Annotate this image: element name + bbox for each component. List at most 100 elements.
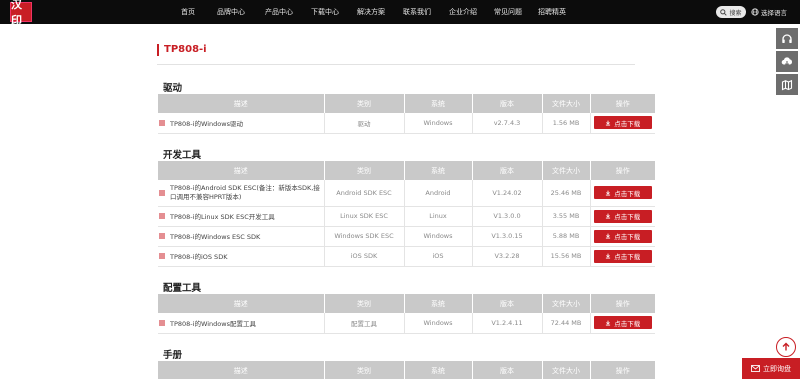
nav-item-brand[interactable]: 品牌中心 bbox=[206, 0, 256, 24]
download-button[interactable]: 点击下载 bbox=[593, 229, 652, 243]
section-heading-devtools: 开发工具 bbox=[163, 150, 202, 161]
top-nav-bar: 汉印 首页 品牌中心 产品中心 下载中心 解决方案 联系我们 企业介绍 常见问题… bbox=[0, 0, 800, 27]
row-action: 点击下载 bbox=[590, 180, 655, 207]
table-row: TP808-i的Android SDK ESC(备注：新版本SDK,接口调用不兼… bbox=[158, 180, 655, 207]
side-tool-service[interactable] bbox=[776, 28, 798, 49]
row-size: 3.55 MB bbox=[542, 206, 591, 227]
col-header-desc: 描述 bbox=[158, 361, 325, 379]
col-header-system: 系统 bbox=[404, 361, 473, 379]
col-header-size: 文件大小 bbox=[542, 361, 591, 379]
row-category: 配置工具 bbox=[324, 313, 405, 334]
col-header-desc: 描述 bbox=[158, 94, 325, 113]
row-version: v2.7.4.3 bbox=[472, 113, 543, 134]
download-button[interactable]: 点击下载 bbox=[593, 186, 652, 200]
row-category: Android SDK ESC bbox=[324, 180, 405, 207]
col-header-size: 文件大小 bbox=[542, 94, 591, 113]
list-bullet-icon bbox=[159, 253, 165, 259]
arrow-up-icon bbox=[782, 342, 790, 351]
nav-item-solutions[interactable]: 解决方案 bbox=[348, 0, 394, 24]
row-action: 点击下载 bbox=[590, 113, 655, 134]
map-icon bbox=[781, 79, 793, 90]
table-row: TP808-i的Linux SDK ESC开发工具 Linux SDK ESC … bbox=[158, 206, 655, 227]
row-version: V1.2.4.11 bbox=[472, 313, 543, 334]
list-bullet-icon bbox=[159, 233, 165, 239]
row-size: 1.56 MB bbox=[542, 113, 591, 134]
nav-item-downloads[interactable]: 下载中心 bbox=[302, 0, 348, 24]
row-version: V1.3.0.15 bbox=[472, 226, 543, 247]
row-action: 点击下载 bbox=[590, 206, 655, 227]
list-bullet-icon bbox=[159, 190, 165, 196]
download-button[interactable]: 点击下载 bbox=[593, 116, 652, 130]
nav-item-home[interactable]: 首页 bbox=[170, 0, 206, 24]
download-button[interactable]: 点击下载 bbox=[593, 209, 652, 223]
inquiry-button[interactable]: 立即询盘 bbox=[742, 358, 800, 379]
download-icon bbox=[606, 120, 611, 126]
side-toolbar bbox=[776, 28, 798, 97]
download-icon bbox=[606, 253, 611, 259]
col-header-version: 版本 bbox=[472, 294, 543, 313]
config-table: 描述 类别 系统 版本 文件大小 操作 TP808-i的Windows配置工具 … bbox=[158, 294, 655, 334]
nav-item-products[interactable]: 产品中心 bbox=[256, 0, 302, 24]
table-header-row: 描述 类别 系统 版本 文件大小 操作 bbox=[158, 161, 655, 180]
manual-table: 描述 类别 系统 版本 文件大小 操作 bbox=[158, 361, 655, 379]
nav-item-contact[interactable]: 联系我们 bbox=[394, 0, 440, 24]
side-tool-download[interactable] bbox=[776, 51, 798, 72]
col-header-category: 类别 bbox=[324, 294, 405, 313]
row-desc: TP808-i的Windows ESC SDK bbox=[158, 226, 325, 247]
col-header-system: 系统 bbox=[404, 94, 473, 113]
mail-icon bbox=[751, 365, 760, 372]
list-bullet-icon bbox=[159, 120, 165, 126]
col-header-system: 系统 bbox=[404, 161, 473, 180]
side-tool-map[interactable] bbox=[776, 74, 798, 95]
row-system: Android bbox=[404, 180, 473, 207]
col-header-version: 版本 bbox=[472, 94, 543, 113]
row-action: 点击下载 bbox=[590, 246, 655, 267]
row-desc: TP808-i的Windows驱动 bbox=[158, 113, 325, 134]
row-category: Windows SDK ESC bbox=[324, 226, 405, 247]
download-icon bbox=[606, 190, 611, 196]
row-system: Windows bbox=[404, 226, 473, 247]
table-row: TP808-i的Windows驱动 驱动 Windows v2.7.4.3 1.… bbox=[158, 113, 655, 134]
col-header-desc: 描述 bbox=[158, 161, 325, 180]
col-header-action: 操作 bbox=[590, 94, 655, 113]
row-desc: TP808-i的Android SDK ESC(备注：新版本SDK,接口调用不兼… bbox=[158, 180, 325, 207]
table-row: TP808-i的Windows配置工具 配置工具 Windows V1.2.4.… bbox=[158, 313, 655, 334]
language-selector[interactable]: 选择语言 bbox=[751, 6, 787, 18]
search-button[interactable]: 搜索 bbox=[716, 6, 746, 18]
row-size: 25.46 MB bbox=[542, 180, 591, 207]
col-header-action: 操作 bbox=[590, 361, 655, 379]
col-header-size: 文件大小 bbox=[542, 294, 591, 313]
inquiry-label: 立即询盘 bbox=[763, 364, 791, 373]
section-heading-config: 配置工具 bbox=[163, 283, 202, 294]
nav-item-faq[interactable]: 常见问题 bbox=[486, 0, 530, 24]
col-header-desc: 描述 bbox=[158, 294, 325, 313]
brand-logo[interactable]: 汉印 bbox=[10, 0, 32, 27]
table-row: TP808-i的iOS SDK iOS SDK iOS V3.2.28 15.5… bbox=[158, 246, 655, 267]
search-label: 搜索 bbox=[729, 9, 742, 17]
row-system: Linux bbox=[404, 206, 473, 227]
download-icon bbox=[606, 213, 611, 219]
download-icon bbox=[606, 233, 611, 239]
logo-text: 汉印 bbox=[11, 0, 22, 27]
section-heading-manual: 手册 bbox=[163, 350, 183, 361]
row-category: iOS SDK bbox=[324, 246, 405, 267]
download-button[interactable]: 点击下载 bbox=[593, 249, 652, 263]
row-size: 15.56 MB bbox=[542, 246, 591, 267]
row-system: Windows bbox=[404, 113, 473, 134]
row-action: 点击下载 bbox=[590, 226, 655, 247]
nav-item-careers[interactable]: 招聘精英 bbox=[530, 0, 574, 24]
row-system: iOS bbox=[404, 246, 473, 267]
section-heading-driver: 驱动 bbox=[163, 83, 183, 94]
col-header-system: 系统 bbox=[404, 294, 473, 313]
col-header-category: 类别 bbox=[324, 361, 405, 379]
nav-item-about[interactable]: 企业介绍 bbox=[440, 0, 486, 24]
col-header-version: 版本 bbox=[472, 361, 543, 379]
back-to-top-button[interactable] bbox=[776, 337, 796, 357]
download-icon bbox=[606, 320, 611, 326]
devtools-table: 描述 类别 系统 版本 文件大小 操作 TP808-i的Android SDK … bbox=[158, 161, 655, 267]
driver-table: 描述 类别 系统 版本 文件大小 操作 TP808-i的Windows驱动 驱动… bbox=[158, 94, 655, 134]
headset-icon bbox=[782, 33, 792, 43]
download-button[interactable]: 点击下载 bbox=[593, 316, 652, 330]
globe-icon bbox=[751, 8, 759, 16]
language-label: 选择语言 bbox=[761, 9, 787, 17]
